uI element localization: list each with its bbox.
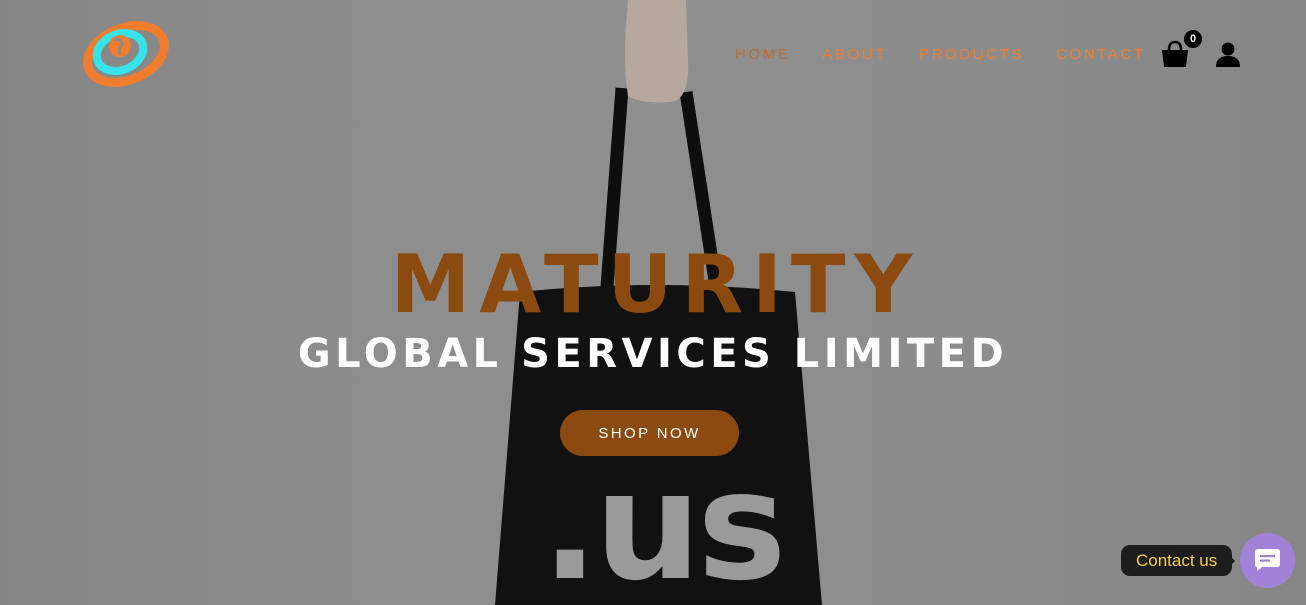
nav-about-link[interactable]: ABOUT (822, 46, 887, 64)
bag-print-text: .us (541, 440, 782, 605)
nav-contact-link[interactable]: CONTACT (1056, 46, 1146, 64)
user-icon[interactable] (1216, 42, 1240, 68)
cart-count-badge: 0 (1184, 30, 1202, 48)
chat-message-icon (1255, 549, 1280, 571)
holding-hand (625, 0, 689, 103)
tooltip-arrow (1228, 554, 1235, 568)
hero-title: MATURITY (390, 238, 922, 331)
globe-swoosh-logo[interactable] (82, 18, 170, 88)
hero-section: .us HOME ABOUT PRODUCTS CONTACT 0 MATURI… (0, 0, 1306, 605)
contact-us-tooltip[interactable]: Contact us (1121, 545, 1233, 576)
nav-home-link[interactable]: HOME (735, 46, 790, 64)
shop-now-button[interactable]: SHOP NOW (560, 410, 739, 456)
main-nav: HOME ABOUT PRODUCTS CONTACT (735, 46, 1178, 64)
hero-subtitle: GLOBAL SERVICES LIMITED (297, 331, 1009, 377)
nav-products-link[interactable]: PRODUCTS (919, 46, 1024, 64)
chat-launcher-button[interactable] (1240, 533, 1295, 588)
